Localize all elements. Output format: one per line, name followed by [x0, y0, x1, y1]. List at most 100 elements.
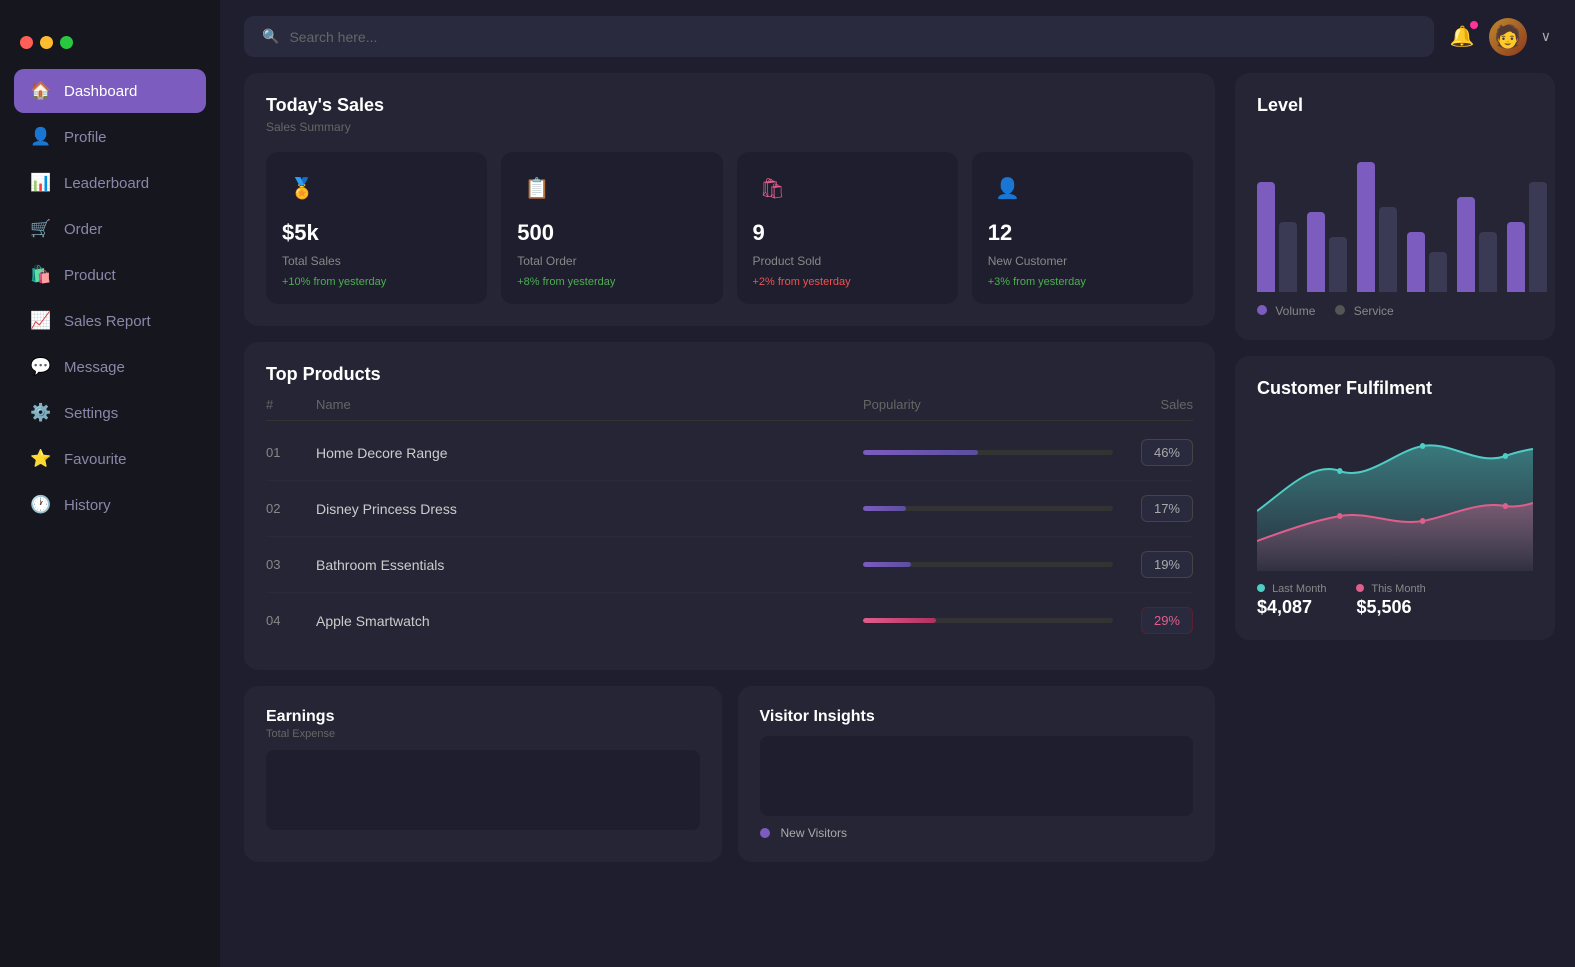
- this-month-value: $5,506: [1356, 597, 1425, 618]
- notification-bell[interactable]: 🔔: [1450, 24, 1475, 49]
- chart-legend: Volume Service: [1257, 304, 1533, 318]
- row-num: 01: [266, 445, 316, 460]
- bar-fill: [863, 618, 936, 623]
- sidebar-item-product[interactable]: 🛍️ Product: [14, 253, 206, 297]
- popularity-bar: [863, 450, 1113, 455]
- volume-bar: [1457, 197, 1475, 292]
- sidebar-item-history[interactable]: 🕐 History: [14, 483, 206, 527]
- sales-badge: 19%: [1141, 551, 1193, 578]
- service-bar: [1279, 222, 1297, 292]
- teal-dot: [1503, 453, 1509, 459]
- volume-bar: [1407, 232, 1425, 292]
- new-customer-change: +3% from yesterday: [988, 276, 1177, 288]
- table-row: 04 Apple Smartwatch 29%: [266, 593, 1193, 648]
- product-icon: 🛍️: [30, 265, 50, 285]
- sales-badge: 17%: [1141, 495, 1193, 522]
- new-customer-value: 12: [988, 220, 1177, 246]
- total-sales-change: +10% from yesterday: [282, 276, 471, 288]
- bar-group: [1407, 232, 1447, 292]
- popularity-bar: [863, 618, 1113, 623]
- col-header-num: #: [266, 397, 316, 412]
- service-bar: [1429, 252, 1447, 292]
- total-order-value: 500: [517, 220, 706, 246]
- teal-legend-dot: [1257, 584, 1265, 592]
- right-panel: Level Volume: [1235, 73, 1575, 967]
- bar-group: [1507, 182, 1547, 292]
- avatar[interactable]: 🧑: [1489, 18, 1527, 56]
- product-sold-value: 9: [753, 220, 942, 246]
- col-header-popularity: Popularity: [863, 397, 1113, 412]
- sidebar-item-label: Product: [64, 267, 116, 284]
- search-placeholder: Search here...: [289, 29, 377, 45]
- total-order-icon: 📋: [517, 168, 557, 208]
- dashboard-icon: 🏠: [30, 81, 50, 101]
- sidebar-item-sales-report[interactable]: 📈 Sales Report: [14, 299, 206, 343]
- earnings-chart: [266, 750, 700, 830]
- service-dot: [1335, 305, 1345, 315]
- sidebar-item-dashboard[interactable]: 🏠 Dashboard: [14, 69, 206, 113]
- table-row: 03 Bathroom Essentials 19%: [266, 537, 1193, 593]
- total-order-label: Total Order: [517, 254, 706, 268]
- minimize-button[interactable]: [40, 36, 53, 49]
- sidebar-item-profile[interactable]: 👤 Profile: [14, 115, 206, 159]
- sidebar-nav: 🏠 Dashboard 👤 Profile 📊 Leaderboard 🛒 Or…: [0, 69, 220, 527]
- service-bar: [1329, 237, 1347, 292]
- sidebar-item-order[interactable]: 🛒 Order: [14, 207, 206, 251]
- pink-dot: [1503, 503, 1509, 509]
- product-sold-icon: 🛍: [753, 168, 793, 208]
- service-bar: [1529, 182, 1547, 292]
- search-icon: 🔍: [262, 28, 279, 45]
- volume-bar: [1307, 212, 1325, 292]
- volume-bar: [1507, 222, 1525, 292]
- total-order-card: 📋 500 Total Order +8% from yesterday: [501, 152, 722, 304]
- volume-dot: [1257, 305, 1267, 315]
- last-month-label: Last Month: [1257, 583, 1326, 595]
- row-name: Bathroom Essentials: [316, 557, 863, 573]
- total-sales-value: $5k: [282, 220, 471, 246]
- service-bar: [1379, 207, 1397, 292]
- table-header: # Name Popularity Sales: [266, 389, 1193, 421]
- sidebar-item-label: Favourite: [64, 451, 127, 468]
- row-name: Disney Princess Dress: [316, 501, 863, 517]
- sidebar-item-label: Settings: [64, 405, 118, 422]
- new-visitors-dot: [760, 828, 770, 838]
- topbar-right: 🔔 🧑 ∨: [1450, 18, 1551, 56]
- maximize-button[interactable]: [60, 36, 73, 49]
- leaderboard-icon: 📊: [30, 173, 50, 193]
- new-customer-label: New Customer: [988, 254, 1177, 268]
- bar-group: [1457, 197, 1497, 292]
- sidebar-item-settings[interactable]: ⚙️ Settings: [14, 391, 206, 435]
- search-bar[interactable]: 🔍 Search here...: [244, 16, 1434, 57]
- new-customer-icon: 👤: [988, 168, 1028, 208]
- teal-dot: [1420, 443, 1426, 449]
- total-sales-icon: 🏅: [282, 168, 322, 208]
- chevron-down-icon[interactable]: ∨: [1541, 28, 1551, 45]
- row-num: 03: [266, 557, 316, 572]
- main-area: 🔍 Search here... 🔔 🧑 ∨ Today's Sales Sal…: [220, 0, 1575, 967]
- sales-cards-grid: 🏅 $5k Total Sales +10% from yesterday 📋 …: [266, 152, 1193, 304]
- visitor-chart: [760, 736, 1194, 816]
- total-sales-label: Total Sales: [282, 254, 471, 268]
- todays-sales-subtitle: Sales Summary: [266, 120, 1193, 134]
- table-row: 02 Disney Princess Dress 17%: [266, 481, 1193, 537]
- volume-bar: [1357, 162, 1375, 292]
- sidebar-item-leaderboard[interactable]: 📊 Leaderboard: [14, 161, 206, 205]
- bar-fill: [863, 506, 906, 511]
- sidebar-item-favourite[interactable]: ⭐ Favourite: [14, 437, 206, 481]
- bar-group: [1357, 162, 1397, 292]
- customer-fulfilment-card: Customer Fulfilment: [1235, 356, 1555, 640]
- close-button[interactable]: [20, 36, 33, 49]
- sidebar-item-label: Leaderboard: [64, 175, 149, 192]
- row-name: Home Decore Range: [316, 445, 863, 461]
- fulfilment-svg: [1257, 411, 1533, 571]
- sidebar-item-message[interactable]: 💬 Message: [14, 345, 206, 389]
- bar-fill: [863, 562, 911, 567]
- todays-sales-title: Today's Sales: [266, 95, 1193, 116]
- visitor-legend: New Visitors: [760, 826, 1194, 840]
- visitor-insights-title: Visitor Insights: [760, 708, 1194, 726]
- sidebar-item-label: Message: [64, 359, 125, 376]
- topbar: 🔍 Search here... 🔔 🧑 ∨: [220, 0, 1575, 73]
- bar-fill: [863, 450, 978, 455]
- popularity-bar: [863, 506, 1113, 511]
- legend-service: Service: [1335, 304, 1393, 318]
